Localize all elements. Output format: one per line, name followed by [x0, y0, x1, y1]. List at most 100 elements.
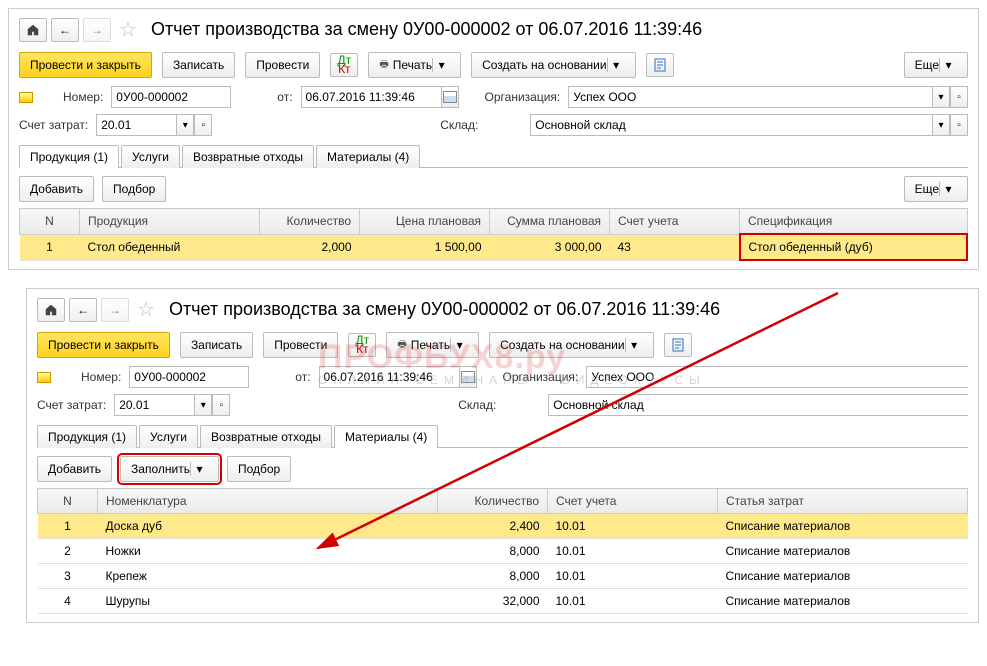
- field-row-2b: Счет затрат: 20.01 ▾ ▫ Склад: Основной с…: [37, 394, 968, 416]
- note-icon[interactable]: [19, 92, 33, 103]
- org-input[interactable]: Успех ООО: [568, 86, 932, 108]
- create-based-button[interactable]: Создать на основании ▾: [489, 332, 654, 358]
- costacc-open[interactable]: ▫: [212, 394, 230, 416]
- number-input[interactable]: 0У00-000002: [129, 366, 249, 388]
- cell-costitem: Списание материалов: [718, 539, 968, 564]
- calendar-button[interactable]: [459, 366, 477, 388]
- cell-n: 3: [38, 564, 98, 589]
- back-button[interactable]: ←: [69, 298, 97, 322]
- warehouse-input[interactable]: Основной склад: [530, 114, 932, 136]
- create-based-button[interactable]: Создать на основании ▾: [471, 52, 636, 78]
- add-button[interactable]: Добавить: [37, 456, 112, 482]
- products-table: N Продукция Количество Цена плановая Сум…: [19, 208, 968, 261]
- fwd-button[interactable]: →: [83, 18, 111, 42]
- pick-button[interactable]: Подбор: [102, 176, 166, 202]
- home-button[interactable]: [19, 18, 47, 42]
- bottom-document-panel: ← → ☆ Отчет производства за смену 0У00-0…: [26, 288, 979, 623]
- attachment-button[interactable]: [664, 333, 692, 357]
- warehouse-label: Склад:: [458, 398, 496, 412]
- cell-acc: 10.01: [548, 539, 718, 564]
- post-button[interactable]: Провести: [263, 332, 338, 358]
- org-label: Организация:: [503, 370, 579, 384]
- cell-n: 1: [20, 234, 80, 260]
- field-row-1: Номер: 0У00-000002 от: 06.07.2016 11:39:…: [19, 86, 968, 108]
- costacc-label: Счет затрат:: [37, 398, 106, 412]
- tab-materials[interactable]: Материалы (4): [316, 145, 420, 168]
- print-button[interactable]: 🖶 Печать ▾: [386, 332, 479, 358]
- cell-price: 1 500,00: [360, 234, 490, 260]
- dtkt-button[interactable]: ДтКт: [330, 53, 358, 77]
- fwd-button[interactable]: →: [101, 298, 129, 322]
- back-button[interactable]: ←: [51, 18, 79, 42]
- save-button[interactable]: Записать: [162, 52, 235, 78]
- cell-acc: 10.01: [548, 589, 718, 614]
- col-sum: Сумма плановая: [490, 209, 610, 235]
- post-close-button[interactable]: Провести и закрыть: [37, 332, 170, 358]
- pick-button[interactable]: Подбор: [227, 456, 291, 482]
- table-row[interactable]: 1 Доска дуб 2,400 10.01 Списание материа…: [38, 514, 968, 539]
- cell-acc: 10.01: [548, 514, 718, 539]
- cell-nomen: Крепеж: [98, 564, 438, 589]
- tab-waste[interactable]: Возвратные отходы: [200, 425, 332, 448]
- dtkt-button[interactable]: ДтКт: [348, 333, 376, 357]
- cell-costitem: Списание материалов: [718, 564, 968, 589]
- post-button[interactable]: Провести: [245, 52, 320, 78]
- attachment-button[interactable]: [646, 53, 674, 77]
- tab-services[interactable]: Услуги: [139, 425, 198, 448]
- costacc-dropdown[interactable]: ▾: [194, 394, 212, 416]
- warehouse-dropdown[interactable]: ▾: [932, 114, 950, 136]
- tab-products[interactable]: Продукция (1): [37, 425, 137, 448]
- tabs-top: Продукция (1) Услуги Возвратные отходы М…: [19, 144, 968, 168]
- calendar-icon: [461, 371, 475, 383]
- table-row[interactable]: 2 Ножки 8,000 10.01 Списание материалов: [38, 539, 968, 564]
- tab-products[interactable]: Продукция (1): [19, 145, 119, 168]
- costacc-dropdown[interactable]: ▾: [176, 114, 194, 136]
- favorite-icon[interactable]: ☆: [137, 297, 155, 322]
- save-button[interactable]: Записать: [180, 332, 253, 358]
- cell-qty: 2,400: [438, 514, 548, 539]
- date-input[interactable]: 06.07.2016 11:39:46: [319, 366, 459, 388]
- sub-toolbar-top: Добавить Подбор Еще▾: [19, 176, 968, 202]
- cell-acc: 10.01: [548, 564, 718, 589]
- org-open[interactable]: ▫: [950, 86, 968, 108]
- add-button[interactable]: Добавить: [19, 176, 94, 202]
- note-icon[interactable]: [37, 372, 51, 383]
- table-row[interactable]: 1 Стол обеденный 2,000 1 500,00 3 000,00…: [20, 234, 968, 260]
- cell-nomen: Ножки: [98, 539, 438, 564]
- costacc-input[interactable]: 20.01: [114, 394, 194, 416]
- table-row[interactable]: 4 Шурупы 32,000 10.01 Списание материало…: [38, 589, 968, 614]
- calendar-button[interactable]: [441, 86, 459, 108]
- costacc-open[interactable]: ▫: [194, 114, 212, 136]
- col-qty: Количество: [260, 209, 360, 235]
- org-input[interactable]: Успех ООО: [586, 366, 968, 388]
- materials-table: N Номенклатура Количество Счет учета Ста…: [37, 488, 968, 614]
- col-nomen: Номенклатура: [98, 489, 438, 514]
- home-button[interactable]: [37, 298, 65, 322]
- warehouse-input[interactable]: Основной склад: [548, 394, 968, 416]
- table-row[interactable]: 3 Крепеж 8,000 10.01 Списание материалов: [38, 564, 968, 589]
- cell-acc: 43: [610, 234, 740, 260]
- costacc-input[interactable]: 20.01: [96, 114, 176, 136]
- print-button[interactable]: 🖶 Печать ▾: [368, 52, 461, 78]
- number-input[interactable]: 0У00-000002: [111, 86, 231, 108]
- from-label: от:: [295, 370, 310, 384]
- tab-waste[interactable]: Возвратные отходы: [182, 145, 314, 168]
- tab-services[interactable]: Услуги: [121, 145, 180, 168]
- field-row-2: Счет затрат: 20.01 ▾ ▫ Склад: Основной с…: [19, 114, 968, 136]
- more-button-sub[interactable]: Еще▾: [904, 176, 968, 202]
- main-toolbar-2: Провести и закрыть Записать Провести ДтК…: [37, 332, 968, 358]
- cell-n: 2: [38, 539, 98, 564]
- col-qty: Количество: [438, 489, 548, 514]
- org-dropdown[interactable]: ▾: [932, 86, 950, 108]
- cell-product: Стол обеденный: [80, 234, 260, 260]
- favorite-icon[interactable]: ☆: [119, 17, 137, 42]
- fill-button[interactable]: Заполнить▾: [120, 456, 219, 482]
- more-button[interactable]: Еще▾: [904, 52, 968, 78]
- main-toolbar: Провести и закрыть Записать Провести ДтК…: [19, 52, 968, 78]
- post-close-button[interactable]: Провести и закрыть: [19, 52, 152, 78]
- field-row-1b: Номер: 0У00-000002 от: 06.07.2016 11:39:…: [37, 366, 968, 388]
- date-input[interactable]: 06.07.2016 11:39:46: [301, 86, 441, 108]
- tab-materials[interactable]: Материалы (4): [334, 425, 438, 448]
- cell-spec: Стол обеденный (дуб): [740, 234, 968, 260]
- warehouse-open[interactable]: ▫: [950, 114, 968, 136]
